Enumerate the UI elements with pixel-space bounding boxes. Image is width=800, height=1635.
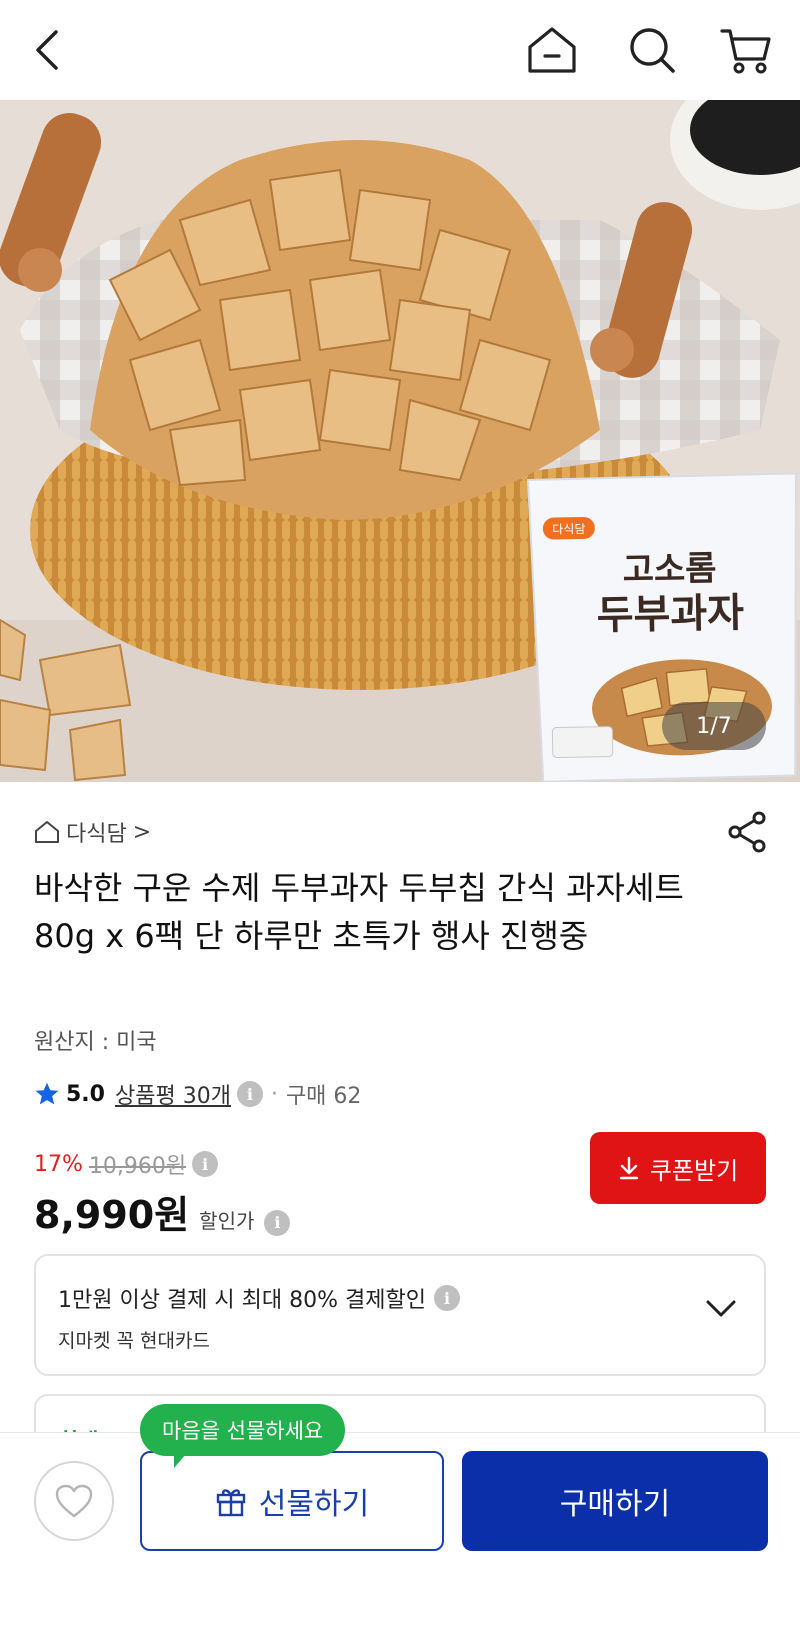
coupon-button[interactable]: 쿠폰받기 [590,1132,766,1204]
svg-text:고소롬: 고소롬 [622,549,717,591]
product-title: 바삭한 구운 수제 두부과자 두부칩 간식 과자세트 80g x 6팩 단 하루… [34,869,684,955]
gift-icon [216,1489,245,1517]
reviews-link[interactable]: 상품평 30개 [115,1078,231,1110]
heart-icon [55,1484,93,1518]
product-image-gallery[interactable]: 다식담 고소롬 두부과자 1/7 [0,100,800,782]
share-icon [728,811,766,853]
svg-text:두부과자: 두부과자 [596,590,744,639]
wishlist-button[interactable] [34,1461,114,1541]
chevron-left-icon [36,30,58,70]
info-icon[interactable]: i [236,1081,263,1107]
image-counter: 1/7 [662,702,766,750]
promo-text: 1만원 이상 결제 시 최대 80% 결제할인 [58,1288,426,1313]
gift-label: 선물하기 [258,1487,370,1522]
product-origin: 원산지 : 미국 [34,1030,157,1055]
chevron-down-icon [706,1300,736,1317]
original-price: 10,960원 [88,1154,187,1179]
buy-button[interactable]: 구매하기 [462,1451,768,1551]
home-button[interactable] [524,22,580,78]
share-button[interactable] [726,810,770,854]
search-icon [630,28,675,73]
buy-label: 구매하기 [559,1487,671,1522]
final-price-label: 할인가 [199,1209,255,1233]
gift-tooltip-text: 마음을 선물하세요 [162,1419,324,1443]
chevron-right-icon: > [132,819,152,845]
info-icon[interactable]: i [192,1151,219,1177]
home-icon [528,27,576,73]
tooltip-tail [174,1454,186,1468]
promo-subtext: 지마켓 꼭 현대카드 [58,1330,210,1352]
search-button[interactable] [624,22,680,78]
star-icon [35,1082,59,1105]
bottom-action-bar: 선물하기 구매하기 [0,1432,800,1635]
store-icon [35,821,59,843]
final-price: 8,990원 [34,1193,190,1237]
info-icon[interactable]: i [433,1285,460,1311]
gift-tooltip: 마음을 선물하세요 [140,1404,346,1468]
top-bar [0,0,800,100]
rating-score: 5.0 [66,1081,105,1107]
back-button[interactable] [20,22,76,78]
seller-name: 다식담 [66,822,127,847]
product-photo: 다식담 고소롬 두부과자 [0,100,800,782]
info-icon[interactable]: i [264,1209,291,1236]
seller-link[interactable]: 다식담 > [34,816,151,848]
price-area: 17% 10,960원 i 8,990원 할인가 i 쿠폰받기 [34,1132,766,1237]
rating-row: 5.0 상품평 30개 i · 구매 62 [34,1078,361,1110]
purchase-count: 구매 62 [285,1084,362,1109]
card-promo[interactable]: 1만원 이상 결제 시 최대 80% 결제할인 i 지마켓 꼭 현대카드 [34,1254,766,1376]
separator: · [270,1081,278,1107]
coupon-label: 쿠폰받기 [649,1156,739,1185]
discount-rate: 17% [34,1151,83,1177]
cart-button[interactable] [718,22,774,78]
cart-icon [720,29,771,74]
svg-text:다식담: 다식담 [552,522,585,537]
download-icon [619,1156,639,1180]
